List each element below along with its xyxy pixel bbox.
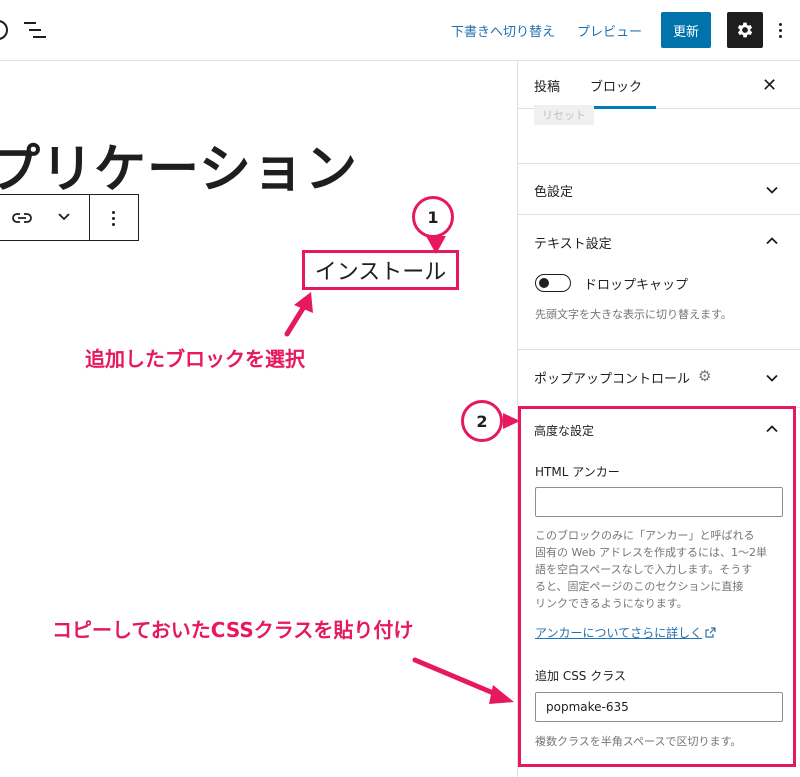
reset-button[interactable]: リセット	[534, 105, 594, 125]
chevron-down-icon[interactable]	[57, 212, 71, 222]
external-link-icon	[705, 627, 716, 638]
html-anchor-label: HTML アンカー	[535, 465, 620, 479]
help-line: ると、固定ページのこのセクションに直接	[535, 580, 744, 593]
close-icon[interactable]: ✕	[762, 75, 777, 96]
toolbar-divider	[89, 195, 90, 240]
dropcap-label: ドロップキャップ	[584, 278, 689, 293]
divider	[518, 349, 800, 350]
chevron-down-icon[interactable]	[766, 184, 778, 196]
toggle-knob	[539, 278, 549, 288]
gears-icon: ⚙	[698, 367, 712, 385]
sidebar-tabs: 投稿 ブロック ✕	[518, 61, 800, 109]
panel-title-popup[interactable]: ポップアップコントロール	[534, 368, 690, 387]
divider	[518, 407, 800, 408]
divider	[518, 214, 800, 215]
tab-block[interactable]: ブロック	[590, 76, 642, 95]
chevron-up-icon[interactable]	[766, 235, 778, 247]
post-title[interactable]: プリケーション	[0, 127, 358, 202]
tab-post[interactable]: 投稿	[534, 76, 560, 95]
css-class-help: 複数クラスを半角スペースで区切ります。	[535, 735, 742, 748]
chevron-down-icon[interactable]	[766, 372, 778, 384]
help-line: このブロックのみに「アンカー」と呼ばれる	[535, 529, 755, 542]
preview-link[interactable]: プレビュー	[577, 21, 642, 40]
dropcap-toggle[interactable]	[535, 274, 571, 292]
css-class-input[interactable]	[535, 692, 783, 722]
block-more-options-button[interactable]	[105, 209, 121, 227]
gear-icon	[737, 22, 753, 38]
html-anchor-input[interactable]	[535, 487, 783, 517]
css-class-label: 追加 CSS クラス	[535, 669, 627, 683]
chevron-up-icon[interactable]	[766, 423, 778, 435]
more-options-button[interactable]	[772, 16, 788, 44]
annotation-note-1: 追加したブロックを選択	[85, 347, 305, 371]
settings-button[interactable]	[727, 12, 763, 48]
html-anchor-help: このブロックのみに「アンカー」と呼ばれる 固有の Web アドレスを作成するには…	[535, 527, 767, 612]
annotation-note-2: コピーしておいたCSSクラスを貼り付け	[52, 618, 414, 642]
step-badge-1: 1	[412, 196, 454, 238]
info-icon[interactable]	[0, 20, 8, 40]
panel-title-text[interactable]: テキスト設定	[534, 233, 612, 252]
selected-button-block[interactable]: インストール	[302, 250, 459, 290]
settings-sidebar: 投稿 ブロック ✕ リセット 色設定 テキスト設定 ドロップキャップ 先頭文字を…	[517, 61, 800, 777]
panel-title-advanced[interactable]: 高度な設定	[534, 422, 594, 439]
link-icon[interactable]	[11, 209, 33, 227]
update-button[interactable]: 更新	[661, 12, 711, 48]
divider	[518, 163, 800, 164]
editor-header: 下書きへ切り替え プレビュー 更新	[0, 0, 800, 61]
anchor-docs-link-label: アンカーについてさらに詳しく	[535, 626, 703, 640]
help-line: 語を空白スペースなしで入力します。そうす	[535, 563, 753, 576]
block-toolbar	[0, 194, 139, 241]
editor-canvas: プリケーション インストール	[0, 61, 517, 777]
step-badge-2: 2	[461, 400, 503, 442]
help-line: リンクできるようになります。	[535, 597, 688, 610]
anchor-docs-link[interactable]: アンカーについてさらに詳しく	[535, 624, 716, 641]
list-view-icon[interactable]	[24, 20, 46, 40]
panel-title-color[interactable]: 色設定	[534, 181, 573, 200]
switch-to-draft-link[interactable]: 下書きへ切り替え	[451, 21, 555, 40]
help-line: 固有の Web アドレスを作成するには、1〜2単	[535, 546, 767, 559]
dropcap-help: 先頭文字を大きな表示に切り替えます。	[535, 308, 732, 321]
